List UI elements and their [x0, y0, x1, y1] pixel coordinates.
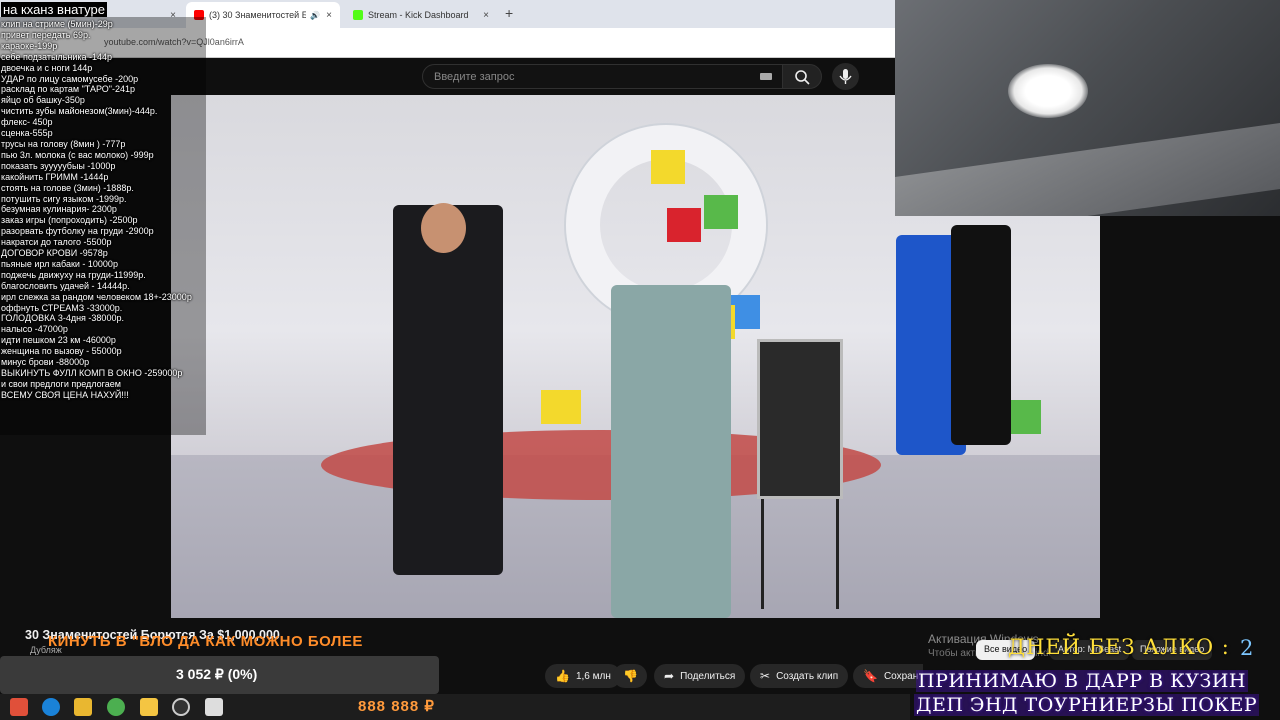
host-head [421, 203, 466, 253]
list-item: чистить зубы майонезом(3мин)-444р. [1, 106, 158, 117]
list-item: ДОГОВОР КРОВИ -9578р [1, 248, 108, 259]
overlay-banner-line2: ДЕП ЭНД ТОУРНИЕРЗЫ ПОКЕР [914, 694, 1260, 716]
windows-taskbar [0, 694, 910, 720]
list-item: привет передать 69р. [1, 29, 91, 40]
close-tab-icon[interactable]: × [326, 10, 332, 21]
days-without-alcohol-count: 2 [1240, 636, 1254, 660]
search-icon [795, 70, 810, 85]
overlay-banner-line1: ПРИНИМАЮ В ДАРР В КУЗИН [916, 670, 1248, 692]
green-cube [704, 195, 738, 229]
tab-title: (3) 30 Знаменитостей Бор [209, 10, 307, 20]
like-button[interactable]: 👍 1,6 млн [545, 664, 621, 688]
red-cube [667, 208, 701, 242]
list-item: себе подзатыльника -144р [1, 51, 113, 62]
bookmark-icon: 🔖 [863, 669, 878, 683]
share-button[interactable]: ➦ Поделиться [654, 664, 746, 688]
share-icon: ➦ [664, 669, 675, 683]
chrome-icon[interactable] [107, 698, 125, 716]
overlay-title: на кханз внатуре [1, 2, 107, 17]
donation-alert-text: КИНУТЬ В "ВЛО ДА КАК МОЖНО БОЛЕЕ [48, 633, 363, 650]
list-item: благословить удачей - 14444р. [1, 280, 130, 291]
tab-kick-dashboard[interactable]: Stream - Kick Dashboard × [345, 2, 497, 28]
donation-goal-bar: 3 052 ₽ (0%) [0, 656, 439, 694]
list-item: трусы на голову (8мин ) -777р [1, 138, 126, 149]
suit-person [611, 285, 731, 618]
list-item: пьяные ирл кабаки - 10000р [1, 258, 118, 269]
ceiling-lamp [1008, 64, 1088, 118]
masked-person [951, 225, 1011, 445]
list-item: женщина по вызову - 55000р [1, 346, 122, 357]
save-label: Сохран [883, 670, 919, 682]
list-item: разорвать футболку на груди -2900р [1, 226, 154, 237]
list-item: минус брови -88000р [1, 357, 90, 368]
webcam-feed [895, 0, 1280, 216]
window-icon[interactable] [205, 698, 223, 716]
block-stack-left [541, 390, 581, 424]
thumbs-down-icon: 👎 [623, 669, 638, 683]
start-icon[interactable] [10, 698, 28, 716]
list-item: клип на стриме (5мин)-29р [1, 19, 113, 29]
speaker-icon[interactable]: 🔊 [310, 11, 320, 20]
list-item: стоять на голове (3мин) -1888р. [1, 182, 134, 193]
host-person [393, 205, 503, 575]
share-label: Поделиться [680, 670, 736, 682]
list-item: ирл слежка за рандом человеком 18+-23000… [1, 291, 192, 302]
donation-goal-text: 3 052 ₽ (0%) [176, 666, 258, 682]
folder-icon[interactable] [74, 698, 92, 716]
list-item: показать зууууубыы -1000р [1, 160, 116, 171]
edge-icon[interactable] [42, 698, 60, 716]
scissors-icon: ✂ [760, 669, 771, 683]
list-item: налысо -47000р [1, 324, 68, 335]
thumbs-up-icon: 👍 [555, 669, 570, 683]
list-item: и свои предлоги предлогаем [1, 378, 121, 389]
list-item: расклад по картам "ТАРО"-241р [1, 84, 136, 95]
list-item: ГОЛОДОВКА 3-4дня -38000р. [1, 313, 124, 324]
list-item: флекс- 450р [1, 117, 53, 128]
list-item: поджечь движуху на груди-11999р. [1, 269, 146, 280]
list-item: двоечка и с ноги 144р [1, 62, 93, 73]
money-counter: 888 888 ₽ [358, 698, 435, 715]
list-item: потушить сигу языком -1999р. [1, 193, 127, 204]
list-item: ВЫКИНУТЬ ФУЛЛ КОМП В ОКНО -259000р [1, 368, 183, 378]
list-item: безумная кулинария- 2300р [1, 204, 117, 215]
close-tab-icon[interactable]: × [483, 10, 489, 21]
like-count: 1,6 млн [575, 670, 611, 682]
price-list: клип на стриме (5мин)-29р привет передат… [1, 19, 192, 401]
wall-corner [895, 122, 1280, 216]
app-icon[interactable] [140, 698, 158, 716]
box-stand [761, 499, 839, 609]
search-button[interactable] [782, 64, 822, 89]
save-button[interactable]: 🔖 Сохран [853, 664, 923, 688]
list-item: яйцо об башку-350р [1, 95, 85, 106]
clip-label: Создать клип [776, 670, 839, 682]
keyboard-icon[interactable] [760, 73, 772, 80]
list-item: ВСЕМУ СВОЯ ЦЕНА НАХУЙ!!! [1, 389, 129, 400]
list-item: какойнить ГРИММ -1444р [1, 171, 109, 182]
mystery-box [757, 339, 843, 499]
list-item: сценка-555р [1, 128, 53, 139]
new-tab-button[interactable]: + [505, 5, 513, 21]
create-clip-button[interactable]: ✂ Создать клип [750, 664, 849, 688]
list-item: оффнуть СТРЕАМЗ -33000р. [1, 302, 123, 313]
days-without-alcohol-label: ДНЕЙ БЕЗ АЛКО : [1008, 635, 1230, 659]
search-placeholder: Введите запрос [434, 71, 515, 83]
channel-name[interactable]: Дубляж [30, 645, 62, 655]
list-item: УДАР по лицу самомусебе -200р [1, 73, 139, 84]
list-item: накратси до талого -5500р [1, 237, 112, 248]
list-item: пью 3л. молока (с вас молоко) -999р [1, 149, 154, 160]
dislike-button[interactable]: 👎 [613, 664, 647, 688]
yellow-cube [651, 150, 685, 184]
tab-youtube[interactable]: (3) 30 Знаменитостей Бор 🔊 × [186, 2, 340, 28]
voice-search-button[interactable] [832, 63, 859, 90]
list-item: караоке-199р [1, 40, 58, 51]
list-item: идти пешком 23 км -46000р [1, 335, 116, 346]
list-item: заказ игры (попроходить) -2500р [1, 215, 138, 226]
mic-icon [839, 69, 852, 84]
obs-icon[interactable] [172, 698, 190, 716]
search-input[interactable]: Введите запрос [422, 64, 784, 89]
screen: (3) 30 Знаменитостей Бор 🔊 × Stream - Ki… [0, 0, 1280, 720]
tab-title: Stream - Kick Dashboard [368, 10, 469, 20]
kick-icon [353, 10, 363, 20]
